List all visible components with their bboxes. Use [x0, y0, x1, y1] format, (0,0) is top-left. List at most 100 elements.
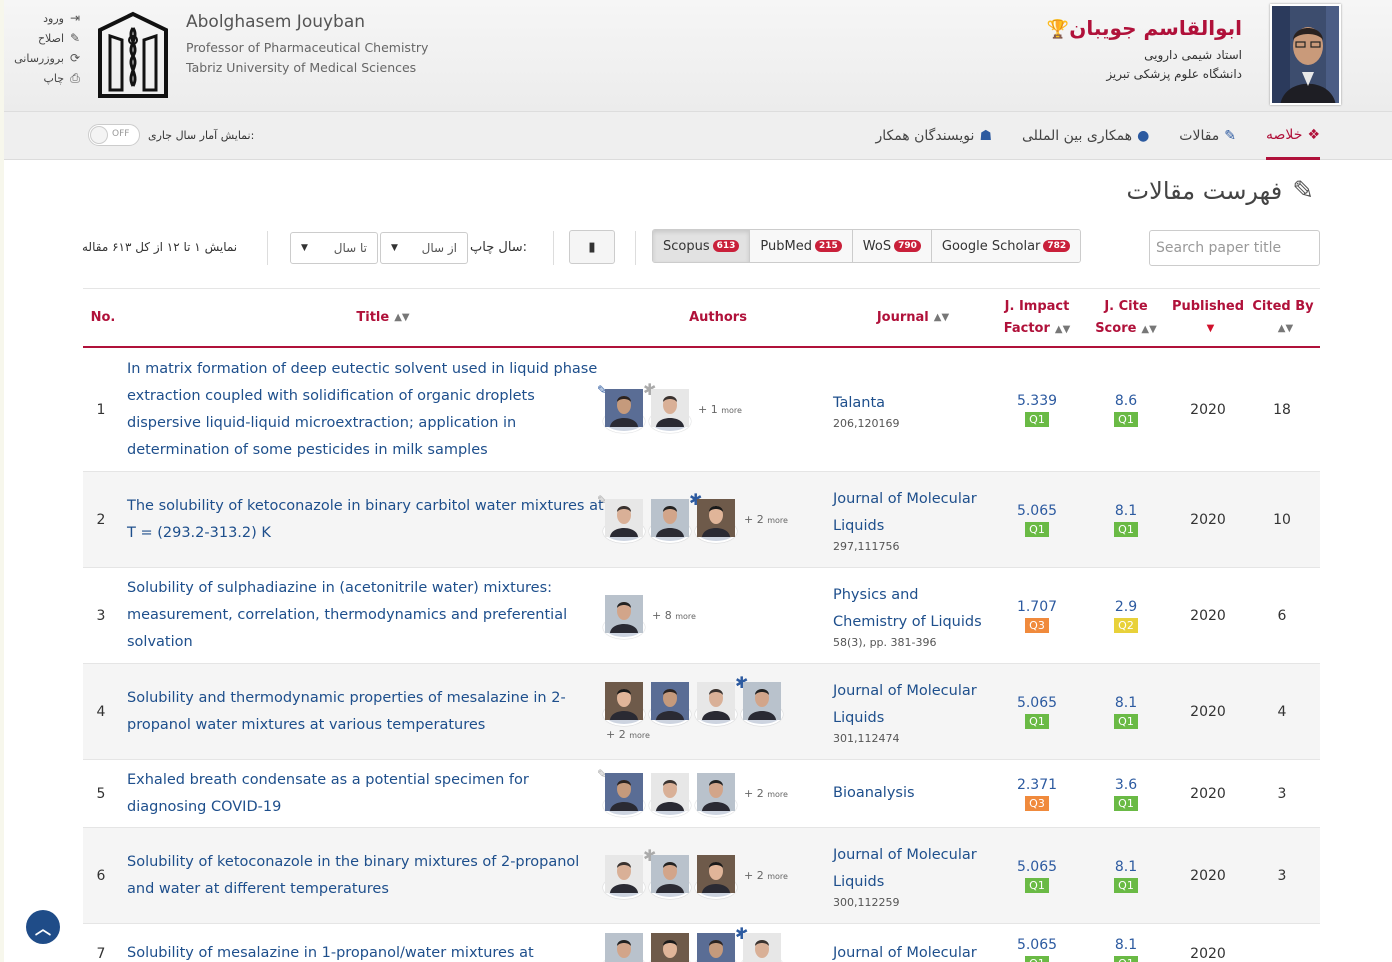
cited-by-count: 3	[1277, 785, 1287, 802]
impact-factor-cell: 2.371 Q3	[992, 760, 1082, 827]
header-impact-factor[interactable]: J. Impact Factor ▲▼	[992, 289, 1082, 347]
published-year: 2020	[1190, 511, 1226, 528]
more-authors-link[interactable]: + 1 more	[698, 403, 742, 416]
author-avatar[interactable]	[649, 772, 691, 817]
tab-international-collaboration[interactable]: همکاری بین المللی ●	[1022, 112, 1149, 160]
author-avatar[interactable]	[603, 388, 645, 433]
author-avatar[interactable]	[695, 772, 737, 817]
english-name: Abolghasem Jouyban	[186, 12, 366, 32]
journal-link[interactable]: Journal of Molecular Liquids	[833, 842, 993, 896]
source-wos-button[interactable]: WoS 790	[852, 230, 932, 262]
author-avatar[interactable]	[695, 682, 737, 726]
impact-factor-value: 5.065	[1016, 694, 1058, 711]
paper-title-link[interactable]: Solubility of mesalazine in 1-propanol/w…	[127, 924, 607, 962]
source-scopus-button[interactable]: Scopus 613	[653, 230, 751, 262]
journal-link[interactable]: Physics and Chemistry of Liquids	[833, 582, 993, 636]
tab-articles[interactable]: مقالات ✎	[1179, 112, 1236, 160]
impact-factor-value: 5.065	[1016, 936, 1058, 953]
journal-link[interactable]: Journal of Molecular Liquids	[833, 486, 993, 540]
journal-volume: 297,111756	[833, 540, 900, 553]
book-button[interactable]: ▮	[569, 230, 615, 264]
header-journal[interactable]: Journal ▲▼	[848, 289, 978, 347]
author-avatar[interactable]	[603, 498, 645, 543]
author-avatar-wrap	[695, 854, 737, 899]
journal-cell: Physics and Chemistry of Liquids 58(3), p…	[833, 568, 993, 663]
author-avatar[interactable]	[603, 854, 645, 899]
journal-link[interactable]: Talanta	[833, 390, 885, 417]
login-link[interactable]: ورود ⇥	[12, 8, 82, 28]
quartile-badge: Q1	[1114, 713, 1138, 729]
scroll-to-top-button[interactable]: ︿	[26, 910, 60, 944]
journal-link[interactable]: Journal of Molecular Liquids	[833, 678, 993, 732]
source-google-scholar-button[interactable]: Google Scholar 782	[931, 230, 1081, 262]
more-authors-link[interactable]: + 2 more	[744, 513, 788, 526]
from-year-select[interactable]: ▼ از سال	[380, 232, 468, 264]
divider	[635, 231, 636, 265]
author-avatar[interactable]	[649, 682, 691, 726]
author-avatars: ✱ + 2 more	[603, 846, 793, 899]
author-avatar[interactable]	[741, 932, 783, 962]
impact-factor-cell: 1.707 Q3	[992, 568, 1082, 663]
main-navigation: OFF نمایش آمار سال جاری: خلاصه ❖ مقالات …	[4, 112, 1392, 160]
count-badge: 613	[712, 240, 740, 252]
persian-name: 🏆ابوالقاسم جویبان	[1046, 16, 1242, 40]
journal-volume: 300,112259	[833, 896, 900, 909]
edit-link[interactable]: اصلاح ✎	[12, 28, 82, 48]
more-authors-link[interactable]: + 2 more	[744, 787, 788, 800]
header-published[interactable]: Published ▼	[1171, 289, 1245, 347]
journal-link[interactable]: Bioanalysis	[833, 780, 915, 807]
print-link[interactable]: چاپ ⎙	[12, 68, 82, 88]
author-avatars: + 8 more	[603, 594, 793, 639]
paper-title-link[interactable]: Solubility and thermodynamic properties …	[127, 664, 607, 759]
quartile-badge: Q1	[1114, 877, 1138, 893]
impact-factor-cell: 5.339 Q1	[992, 348, 1082, 471]
paper-title-link[interactable]: Exhaled breath condensate as a potential…	[127, 760, 607, 827]
tab-summary[interactable]: خلاصه ❖	[1266, 112, 1320, 160]
header-cite-score[interactable]: J. Cite Score ▲▼	[1081, 289, 1171, 347]
table-row: 6 Solubility of ketoconazole in the binar…	[83, 828, 1320, 924]
impact-factor-value: 5.065	[1016, 858, 1058, 875]
table-row: 3 Solubility of sulphadiazine in (acetoni…	[83, 568, 1320, 664]
author-avatar[interactable]	[649, 498, 691, 543]
author-avatar-wrap: ✎	[597, 493, 645, 543]
current-year-toggle[interactable]: OFF	[88, 124, 140, 146]
pencil-icon: ✎	[1224, 128, 1237, 144]
cite-score-value: 2.9	[1114, 598, 1138, 615]
more-authors-link[interactable]: + 2 more	[744, 869, 788, 882]
toggle-knob	[90, 126, 108, 144]
header-title[interactable]: Title ▲▼	[283, 289, 483, 347]
to-year-select[interactable]: ▼ تا سال	[290, 232, 378, 264]
author-avatar[interactable]	[603, 932, 645, 962]
author-avatar[interactable]	[649, 932, 691, 962]
author-avatar-wrap	[603, 932, 645, 962]
impact-factor-cell: 5.065 Q1	[992, 664, 1082, 759]
author-avatar[interactable]	[603, 772, 645, 817]
header-cited-by[interactable]: Cited By ▲▼	[1247, 289, 1319, 347]
author-avatar-wrap: ✱	[689, 490, 737, 543]
source-pubmed-button[interactable]: PubMed 215	[750, 230, 853, 262]
paper-search-input[interactable]	[1149, 230, 1320, 266]
book-icon: ▮	[588, 239, 596, 255]
author-avatar[interactable]	[695, 498, 737, 543]
author-avatar[interactable]	[603, 594, 645, 639]
author-avatar[interactable]	[741, 682, 783, 726]
journal-link[interactable]: Journal of Molecular	[833, 940, 977, 962]
paper-title-link[interactable]: The solubility of ketoconazole in binary…	[127, 472, 607, 567]
main-content: فهرست مقالات ✎ Scopus 613 PubMed 215 WoS…	[4, 160, 1392, 962]
quartile-badge: Q1	[1025, 955, 1049, 962]
refresh-icon: ⟳	[69, 51, 81, 65]
author-avatar[interactable]	[649, 388, 691, 433]
paper-title-link[interactable]: In matrix formation of deep eutectic sol…	[127, 348, 607, 471]
more-authors-link[interactable]: + 2 more	[606, 728, 650, 741]
more-authors-link[interactable]: + 8 more	[652, 609, 696, 622]
header-no: No.	[90, 310, 116, 325]
refresh-link[interactable]: بروزرسانی ⟳	[12, 48, 82, 68]
paper-title-link[interactable]: Solubility of sulphadiazine in (acetonit…	[127, 568, 607, 663]
english-position: Professor of Pharmaceutical Chemistry	[186, 40, 429, 55]
author-avatar[interactable]	[695, 932, 737, 962]
author-avatar[interactable]	[603, 682, 645, 726]
tab-coauthors[interactable]: نویسندگان همکار ☗	[875, 112, 992, 160]
paper-title-link[interactable]: Solubility of ketoconazole in the binary…	[127, 828, 607, 923]
author-avatar[interactable]	[695, 854, 737, 899]
author-avatar[interactable]	[649, 854, 691, 899]
